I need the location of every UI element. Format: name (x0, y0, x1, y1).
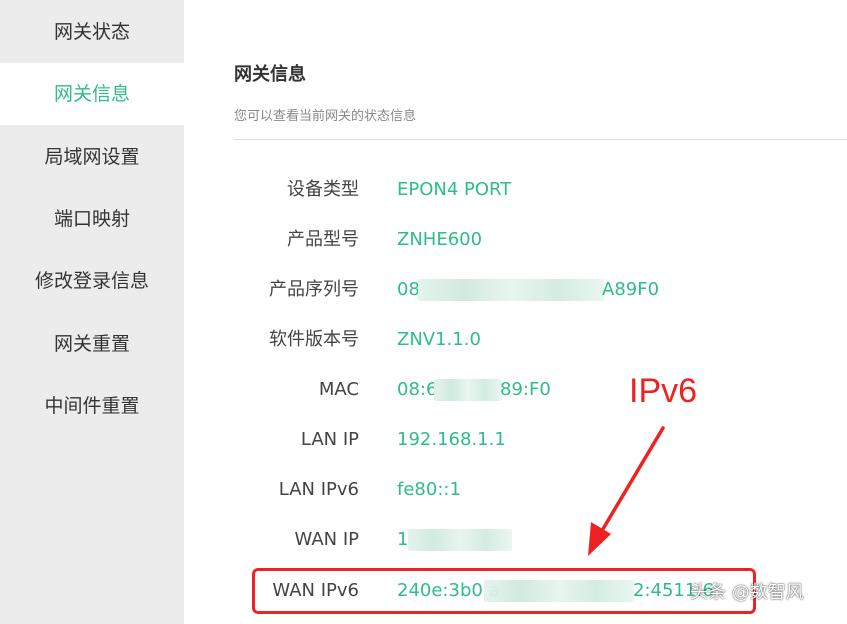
row-value: fe80::1 (397, 479, 461, 500)
info-row-lan-ip: LAN IP 192.168.1.1 (184, 415, 847, 465)
row-label: 设备类型 (287, 179, 359, 200)
main-panel: 网关信息 您可以查看当前网关的状态信息 设备类型 EPON4 PORT 产品型号… (184, 0, 847, 624)
row-label: LAN IP (300, 429, 359, 450)
info-row-device-type: 设备类型 EPON4 PORT (184, 165, 847, 215)
info-row-software-version: 软件版本号 ZNV1.1.0 (184, 315, 847, 365)
row-label: WAN IPv6 (272, 580, 359, 601)
row-label: LAN IPv6 (278, 479, 359, 500)
info-row-wan-ip: WAN IP 1 (184, 515, 847, 565)
sidebar-item-port-mapping[interactable]: 端口映射 (0, 188, 184, 250)
row-label: MAC (318, 379, 359, 400)
row-value: EPON4 PORT (397, 179, 512, 200)
info-row-lan-ipv6: LAN IPv6 fe80::1 (184, 465, 847, 515)
redaction-blur (434, 379, 502, 401)
info-row-serial-number: 产品序列号 08 A89F0 (184, 265, 847, 315)
gateway-admin-page: 网关状态 网关信息 局域网设置 端口映射 修改登录信息 网关重置 中间件重置 网… (0, 0, 847, 624)
row-value: 08 (397, 279, 420, 300)
row-value-suffix: 89:F0 (500, 379, 551, 400)
row-value-suffix: A89F0 (602, 279, 660, 300)
row-value: ZNHE600 (397, 229, 483, 250)
page-title: 网关信息 (234, 64, 306, 85)
row-value: 1 (397, 529, 409, 550)
divider (234, 139, 847, 140)
sidebar-item-gateway-reset[interactable]: 网关重置 (0, 313, 184, 375)
redaction-blur (484, 580, 634, 602)
row-label: 产品型号 (287, 229, 359, 250)
info-row-mac: MAC 08:6 89:F0 (184, 365, 847, 415)
row-label: 产品序列号 (269, 279, 359, 300)
sidebar: 网关状态 网关信息 局域网设置 端口映射 修改登录信息 网关重置 中间件重置 (0, 0, 184, 624)
row-label: 软件版本号 (269, 329, 359, 350)
row-value: 192.168.1.1 (397, 429, 506, 450)
sidebar-item-login-info[interactable]: 修改登录信息 (0, 250, 184, 312)
redaction-blur (418, 279, 604, 301)
sidebar-item-lan-settings[interactable]: 局域网设置 (0, 126, 184, 188)
sidebar-item-middleware-reset[interactable]: 中间件重置 (0, 375, 184, 437)
sidebar-item-gateway-status[interactable]: 网关状态 (0, 1, 184, 63)
row-value: ZNV1.1.0 (397, 329, 481, 350)
annotation-label: IPv6 (629, 372, 698, 410)
row-label: WAN IP (294, 529, 359, 550)
sidebar-item-gateway-info[interactable]: 网关信息 (0, 63, 184, 125)
watermark: 头条 @数智风 (690, 582, 804, 603)
info-row-product-model: 产品型号 ZNHE600 (184, 215, 847, 265)
redaction-blur (408, 529, 512, 551)
page-subtitle: 您可以查看当前网关的状态信息 (234, 109, 417, 124)
row-value: 08:6 (397, 379, 438, 400)
